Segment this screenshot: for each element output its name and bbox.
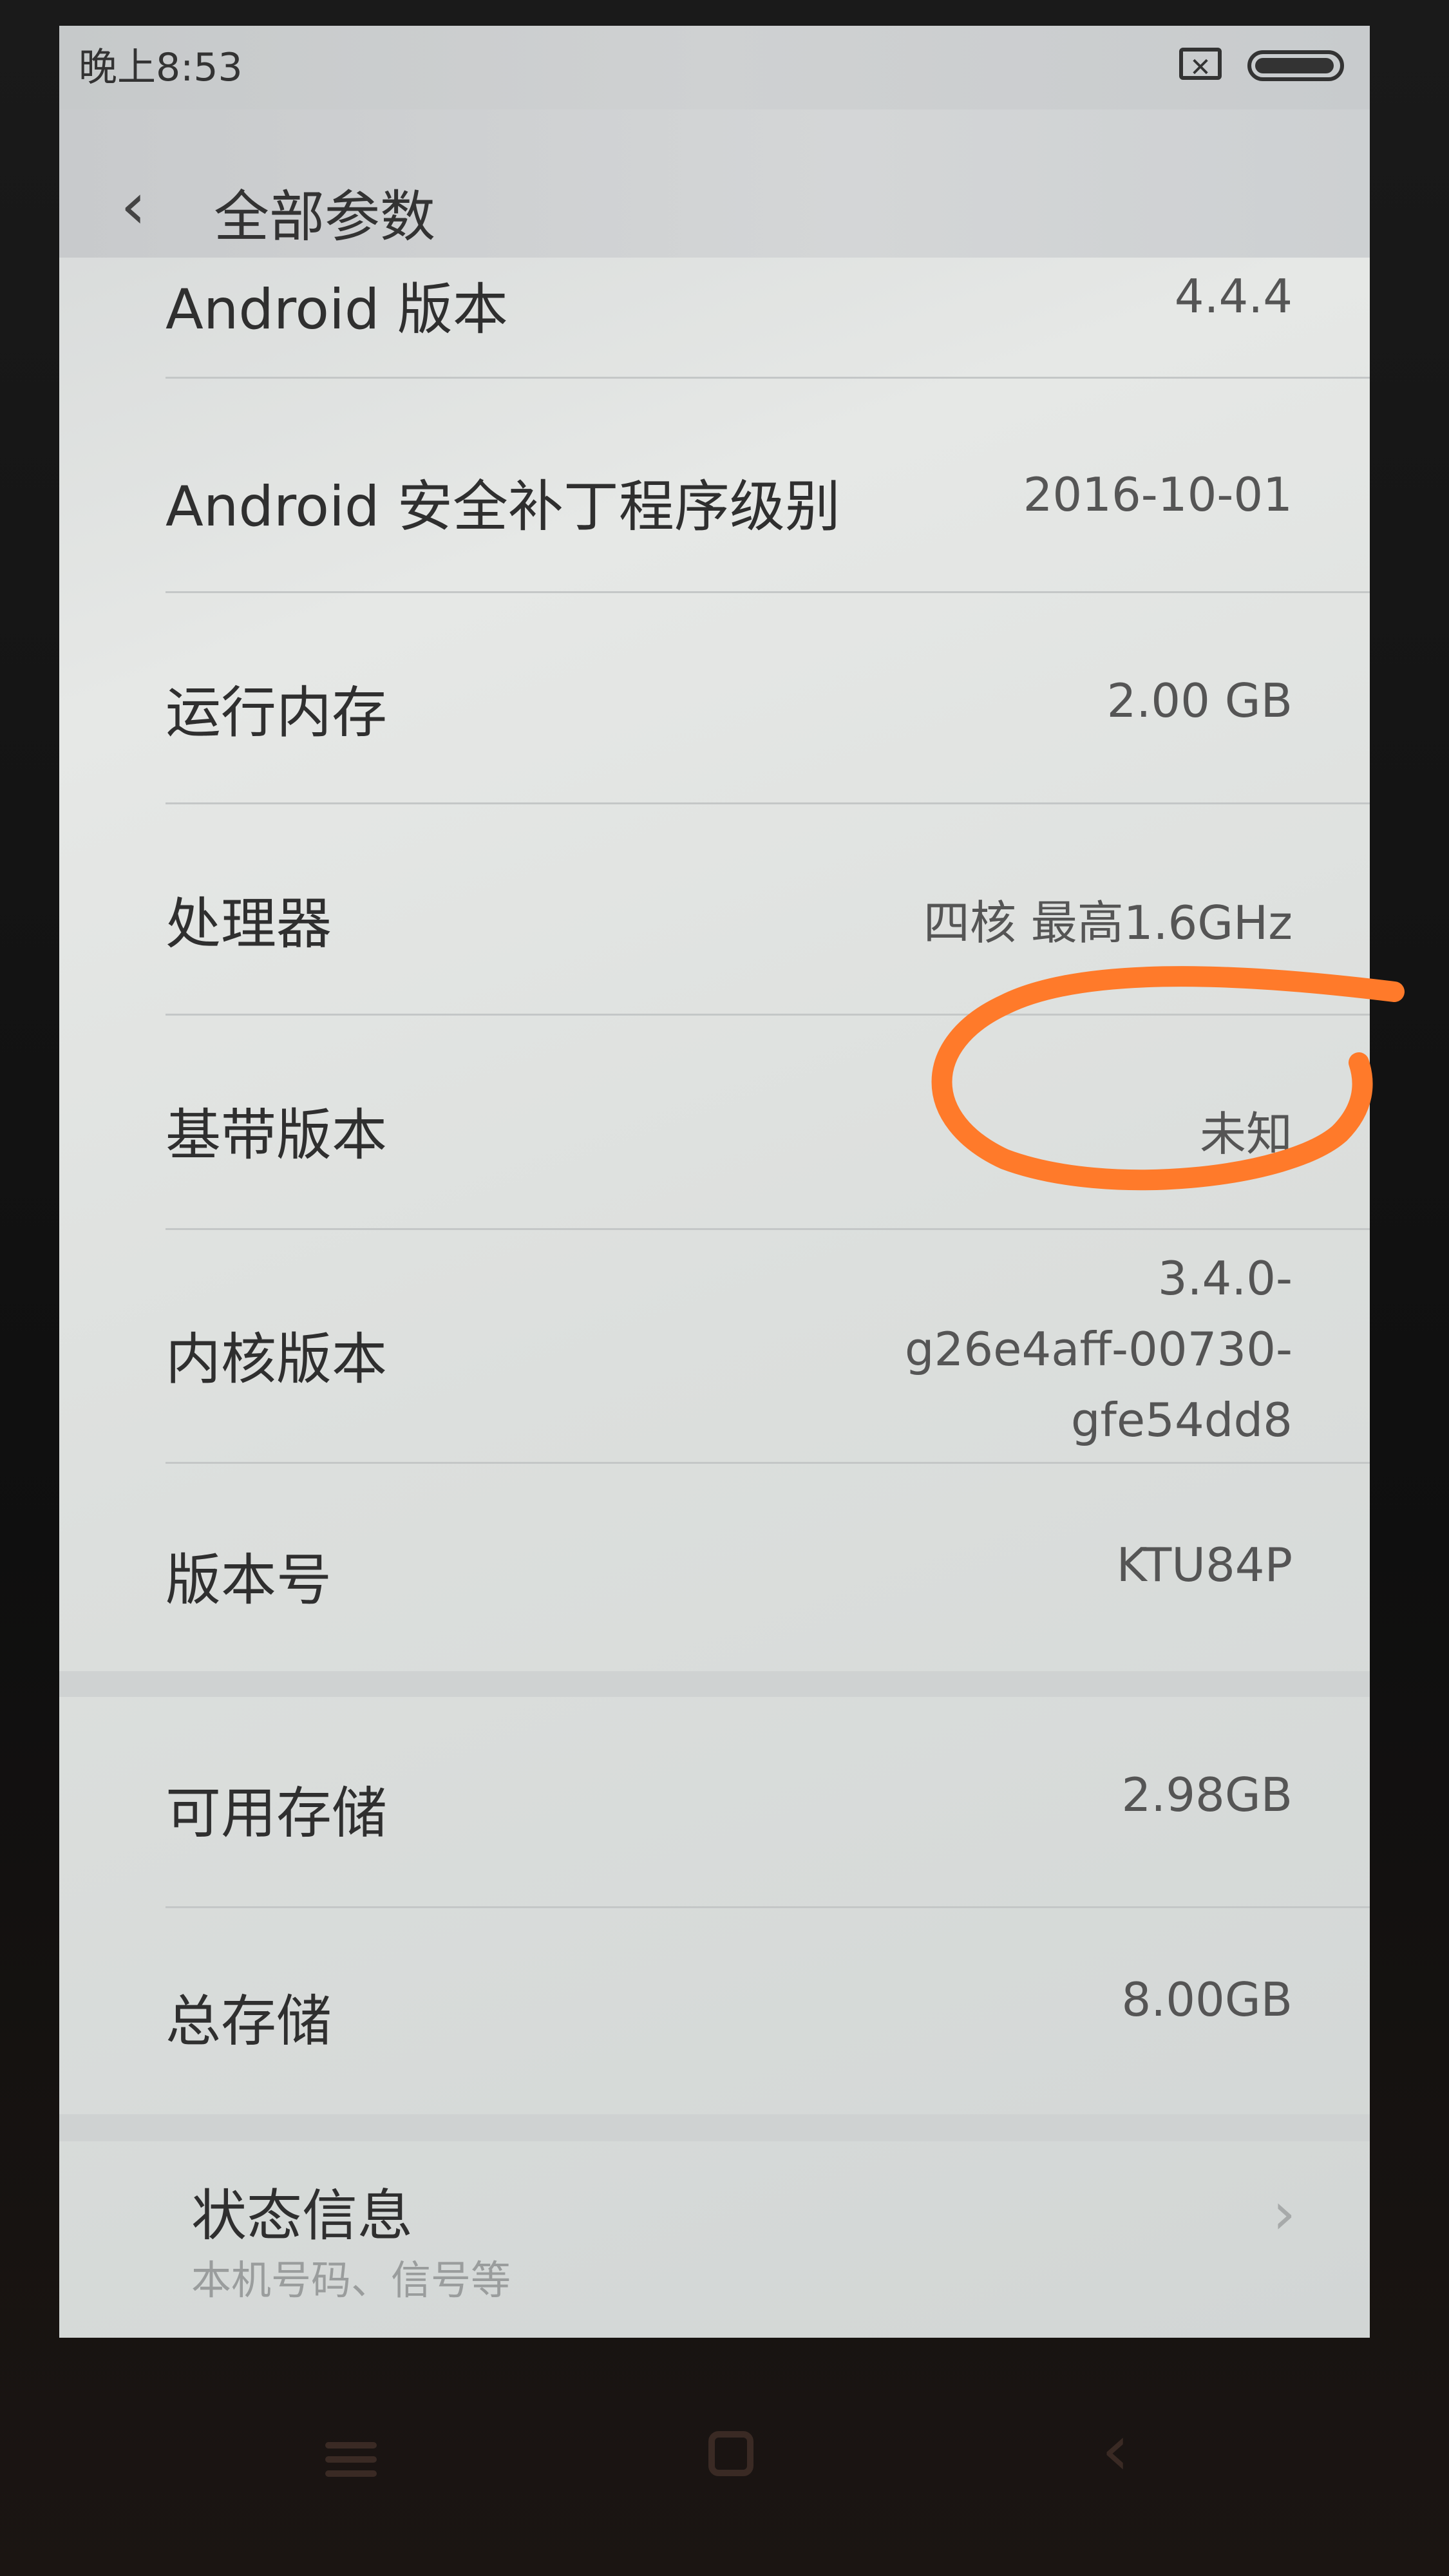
menu-icon[interactable] (325, 2434, 377, 2485)
kernel-line: 3.4.0- (1157, 1251, 1293, 1305)
list-item-android-version[interactable]: Android 版本 4.4.4 (59, 238, 1370, 348)
row-value: 2.00 GB (1106, 674, 1293, 728)
list-item-kernel[interactable]: 内核版本 3.4.0- g26e4aff-00730- gfe54dd8 (59, 1230, 1370, 1462)
kernel-version-value: 3.4.0- g26e4aff-00730- gfe54dd8 (905, 1243, 1293, 1455)
row-label: 基带版本 (166, 1103, 387, 1168)
list-item-security-patch[interactable]: Android 安全补丁程序级别 2016-10-01 (59, 379, 1370, 591)
row-subtitle: 本机号码、信号等 (191, 2257, 511, 2304)
row-label: Android 安全补丁程序级别 (166, 475, 840, 539)
row-value: 未知 (1199, 1107, 1293, 1161)
section-gap (59, 1671, 1370, 1697)
list-item-build-number[interactable]: 版本号 KTU84P (59, 1464, 1370, 1671)
row-label: 运行内存 (166, 681, 387, 745)
back-icon[interactable]: ‹ (1101, 2409, 1130, 2491)
list-item-status-info[interactable]: 状态信息 本机号码、信号等 › (59, 2141, 1370, 2338)
row-value: 四核 最高1.6GHz (923, 896, 1293, 950)
sim-card-icon: ✕ (1179, 48, 1222, 82)
row-value: 4.4.4 (1174, 269, 1293, 323)
row-label: 内核版本 (166, 1327, 387, 1392)
battery-icon (1247, 50, 1344, 81)
list-item-available-storage[interactable]: 可用存储 2.98GB (59, 1697, 1370, 1906)
row-value: 8.00GB (1121, 1973, 1293, 2027)
app-header: ‹ 全部参数 (59, 109, 1370, 258)
navigation-bar: ‹ (0, 2338, 1449, 2576)
section-gap (59, 2114, 1370, 2141)
list-item-ram[interactable]: 运行内存 2.00 GB (59, 593, 1370, 802)
row-label: 处理器 (166, 892, 332, 956)
chevron-right-icon: › (1273, 2180, 1296, 2248)
home-icon[interactable] (708, 2431, 753, 2476)
list-item-baseband[interactable]: 基带版本 未知 (59, 1016, 1370, 1228)
row-label: 状态信息 (191, 2184, 413, 2248)
row-value: KTU84P (1116, 1538, 1293, 1592)
status-bar: 晚上8:53 ✕ (59, 26, 1370, 109)
kernel-line: gfe54dd8 (1070, 1393, 1293, 1447)
kernel-line: g26e4aff-00730- (904, 1322, 1293, 1376)
phone-frame: 晚上8:53 ✕ ‹ 全部参数 Android 版本 4.4.4 Android… (0, 0, 1449, 2576)
screen: 晚上8:53 ✕ ‹ 全部参数 Android 版本 4.4.4 Android… (59, 26, 1370, 2338)
list-item-processor[interactable]: 处理器 四核 最高1.6GHz (59, 804, 1370, 1014)
row-value: 2.98GB (1121, 1768, 1293, 1822)
back-arrow-icon[interactable]: ‹ (120, 174, 146, 238)
list-item-total-storage[interactable]: 总存储 8.00GB (59, 1908, 1370, 2114)
status-time: 晚上8:53 (79, 45, 243, 90)
row-label: Android 版本 (166, 278, 508, 342)
row-label: 可用存储 (166, 1781, 387, 1846)
row-label: 总存储 (166, 1989, 332, 2054)
row-value: 2016-10-01 (1023, 468, 1293, 522)
row-label: 版本号 (166, 1548, 332, 1613)
